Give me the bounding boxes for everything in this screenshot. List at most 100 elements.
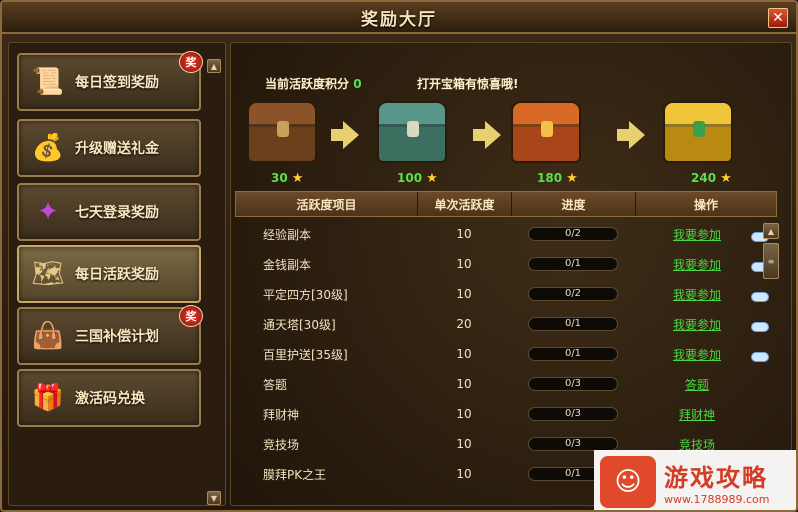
activity-score-label: 当前活跃度积分 <box>265 77 350 91</box>
activity-value: 10 <box>456 377 472 391</box>
map-scroll-icon: 🗺 <box>31 259 65 289</box>
table-row: 百里护送[35级] 10 0/1 我要参加 <box>235 339 769 369</box>
main-panel: 当前活跃度积分 0 打开宝箱有惊喜哦! 30 ★ 100 ★ 180 ★ 240 ★ 活… <box>230 42 792 506</box>
action-link[interactable]: 拜财神 <box>679 406 715 423</box>
activity-value: 10 <box>456 347 472 361</box>
activity-name: 金钱副本 <box>263 257 312 272</box>
table-row: 通天塔[30级] 20 0/1 我要参加 <box>235 309 769 339</box>
star-icon: ★ <box>291 171 304 186</box>
chest-value: 240 ★ <box>691 171 732 186</box>
activity-name: 通天塔[30级] <box>263 317 336 332</box>
join-link[interactable]: 我要参加 <box>673 256 721 273</box>
progress-bar: 0/3 <box>528 407 618 421</box>
progress-bar: 0/1 <box>528 347 618 361</box>
cloud-icon[interactable] <box>751 321 769 332</box>
watermark-title: 游戏攻略 <box>664 464 768 492</box>
activity-name: 拜财神 <box>263 407 300 422</box>
join-link[interactable]: 我要参加 <box>673 286 721 303</box>
title-bar: 奖励大厅 ✕ <box>2 2 796 34</box>
sidebar-item-label: 三国补偿计划 <box>75 329 159 345</box>
sidebar-item-label: 激活码兑换 <box>75 391 145 407</box>
chest-icon-gold[interactable] <box>663 101 733 163</box>
progress-bar: 0/3 <box>528 377 618 391</box>
chest-value: 30 ★ <box>271 171 304 186</box>
reward-badge: 奖 <box>179 51 203 73</box>
sidebar-item-code-redeem[interactable]: 🎁 激活码兑换 <box>17 369 201 427</box>
activity-value: 10 <box>456 287 472 301</box>
gift-pack-icon: 🎁 <box>31 383 65 413</box>
chest-icon-wood[interactable] <box>247 101 317 163</box>
table-scrollbar[interactable]: ▲ ≡ <box>763 223 779 283</box>
activity-value: 10 <box>456 437 472 451</box>
table-header: 活跃度项目 单次活跃度 进度 操作 <box>235 191 777 217</box>
gold-ingot-icon: 💰 <box>31 133 65 163</box>
chest-icon-jade[interactable] <box>377 101 447 163</box>
progress-bar: 0/1 <box>528 257 618 271</box>
join-link[interactable]: 我要参加 <box>673 346 721 363</box>
column-header: 操作 <box>693 197 718 212</box>
progress-bar: 0/1 <box>528 317 618 331</box>
reward-badge: 奖 <box>179 305 203 327</box>
money-bag-icon: 👜 <box>31 321 65 351</box>
activity-name: 经验副本 <box>263 227 312 242</box>
sidebar-item-seven-day-login[interactable]: ✦ 七天登录奖励 <box>17 183 201 241</box>
sidebar-item-label: 每日活跃奖励 <box>75 267 159 283</box>
sidebar: 📜 每日签到奖励 奖 💰 升级赠送礼金 ✦ 七天登录奖励 🗺 每日活跃奖励 👜 … <box>8 42 226 506</box>
scroll-thumb[interactable]: ≡ <box>763 243 779 279</box>
join-link[interactable]: 我要参加 <box>673 316 721 333</box>
activity-score-value: 0 <box>353 77 362 91</box>
table-row: 经验副本 10 0/2 我要参加 <box>235 219 769 249</box>
activity-value: 10 <box>456 227 472 241</box>
arrow-right-icon <box>343 121 359 149</box>
column-header: 进度 <box>512 192 636 216</box>
gamepad-logo-icon: ☺ <box>600 456 656 508</box>
watermark-url: www.1788989.com <box>664 493 770 506</box>
star-icon: ★ <box>566 171 578 186</box>
star-icon: ★ <box>426 171 438 186</box>
activity-score: 当前活跃度积分 0 <box>265 75 362 92</box>
sidebar-item-label: 升级赠送礼金 <box>75 141 159 157</box>
arrow-right-icon <box>485 121 501 149</box>
activity-name: 膜拜PK之王 <box>263 467 327 482</box>
sidebar-scrollbar[interactable]: ▲ ▼ <box>207 53 221 505</box>
sidebar-item-level-gift[interactable]: 💰 升级赠送礼金 <box>17 119 201 177</box>
sidebar-item-daily-activity[interactable]: 🗺 每日活跃奖励 <box>17 245 201 303</box>
progress-bar: 0/3 <box>528 437 618 451</box>
progress-bar: 0/2 <box>528 227 618 241</box>
table-row: 平定四方[30级] 10 0/2 我要参加 <box>235 279 769 309</box>
chest-value: 100 ★ <box>397 171 438 186</box>
arrow-right-icon <box>629 121 645 149</box>
magic-gem-icon: ✦ <box>37 197 59 227</box>
reward-hall-window: 奖励大厅 ✕ 📜 每日签到奖励 奖 💰 升级赠送礼金 ✦ 七天登录奖励 🗺 每日… <box>0 0 798 512</box>
window-title: 奖励大厅 <box>361 9 437 30</box>
watermark: ☺ 游戏攻略 www.1788989.com <box>594 450 796 510</box>
sidebar-item-compensation[interactable]: 👜 三国补偿计划 奖 <box>17 305 203 365</box>
sidebar-item-label: 每日签到奖励 <box>75 75 159 91</box>
activity-name: 平定四方[30级] <box>263 287 348 302</box>
chest-hint: 打开宝箱有惊喜哦! <box>417 77 519 91</box>
table-row: 金钱副本 10 0/1 我要参加 <box>235 249 769 279</box>
table-row: 答题 10 0/3 答题 <box>235 369 759 399</box>
chest-value: 180 ★ <box>537 171 578 186</box>
join-link[interactable]: 我要参加 <box>673 226 721 243</box>
activity-value: 10 <box>456 257 472 271</box>
scroll-up-icon[interactable]: ▲ <box>763 223 779 239</box>
scroll-icon: 📜 <box>31 67 65 97</box>
cloud-icon[interactable] <box>751 291 769 302</box>
activity-name: 竞技场 <box>263 437 300 452</box>
progress-bar: 0/2 <box>528 287 618 301</box>
chest-icon-bronze[interactable] <box>511 101 581 163</box>
action-link[interactable]: 答题 <box>685 376 709 393</box>
activity-value: 10 <box>456 467 472 481</box>
cloud-icon[interactable] <box>751 351 769 362</box>
activity-name: 答题 <box>263 377 288 392</box>
scroll-up-icon[interactable]: ▲ <box>207 59 221 73</box>
column-header: 单次活跃度 <box>418 192 512 216</box>
activity-value: 20 <box>456 317 472 331</box>
scroll-down-icon[interactable]: ▼ <box>207 491 221 505</box>
sidebar-item-daily-signin[interactable]: 📜 每日签到奖励 奖 <box>17 51 203 111</box>
activity-value: 10 <box>456 407 472 421</box>
close-button[interactable]: ✕ <box>768 8 788 28</box>
sidebar-item-label: 七天登录奖励 <box>75 205 159 221</box>
table-row: 拜财神 10 0/3 拜财神 <box>235 399 759 429</box>
